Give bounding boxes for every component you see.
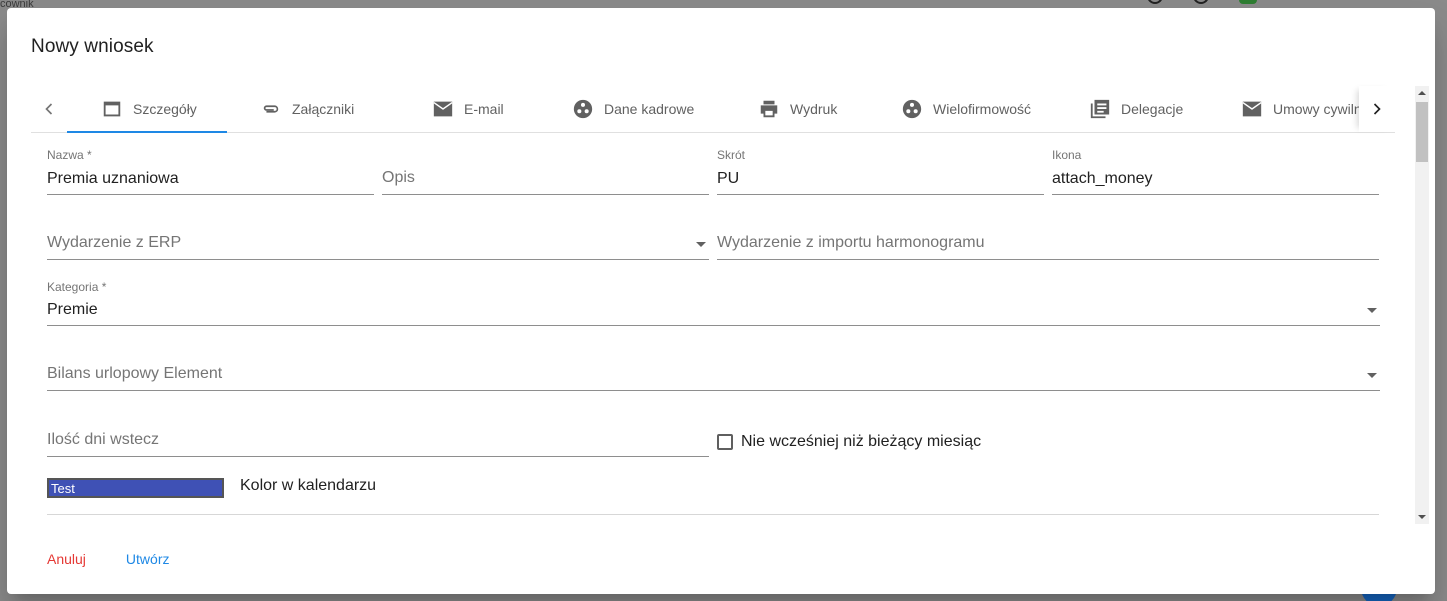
list-icon <box>1147 0 1163 4</box>
dialog-scrollbar[interactable] <box>1415 86 1429 524</box>
name-value: Premia uznaniowa <box>47 170 179 187</box>
tab-scroll-right-button[interactable] <box>1359 86 1395 132</box>
envelope-icon <box>433 101 453 117</box>
background-toolbar <box>1147 0 1257 4</box>
tab-label: Wydruk <box>790 101 838 117</box>
tab-label: Delegacje <box>1121 101 1184 117</box>
category-label: Kategoria * <box>47 280 107 294</box>
scroll-up-button[interactable] <box>1415 86 1429 100</box>
arrow-down-icon <box>1418 515 1426 519</box>
category-value: Premie <box>47 301 98 318</box>
leave-balance-select[interactable]: Bilans urlopowy Element <box>47 348 1380 391</box>
tab-label: Załączniki <box>292 101 355 117</box>
scroll-down-button[interactable] <box>1415 510 1429 524</box>
chevron-right-icon <box>1373 103 1381 115</box>
paperclip-icon <box>263 105 279 113</box>
new-request-dialog: Nowy wniosek Szczegóły Załączniki E-mail… <box>7 8 1435 594</box>
erp-event-select[interactable]: Wydarzenie z ERP <box>47 218 709 260</box>
tab-scroll-left-button[interactable] <box>31 86 67 132</box>
clock-icon <box>1193 0 1209 4</box>
scroll-thumb[interactable] <box>1416 102 1428 162</box>
cancel-button[interactable]: Anuluj <box>47 551 86 567</box>
leave-balance-placeholder: Bilans urlopowy Element <box>47 365 223 382</box>
name-field[interactable]: Nazwa * Premia uznaniowa <box>47 148 374 195</box>
erp-event-placeholder: Wydarzenie z ERP <box>47 234 182 251</box>
tab-dane-kadrowe[interactable]: Dane kadrowe <box>572 86 694 132</box>
schedule-import-event-placeholder: Wydarzenie z importu harmonogramu <box>717 234 985 251</box>
tab-zalaczniki[interactable]: Załączniki <box>260 86 354 132</box>
dropdown-arrow-icon <box>696 242 706 247</box>
tab-strip: Szczegóły Załączniki E-mail Dane kadrowe… <box>67 86 1359 132</box>
library-books-icon <box>1090 99 1110 119</box>
description-placeholder: Opis <box>382 169 415 186</box>
envelope-icon <box>1242 101 1262 117</box>
days-back-placeholder: Ilość dni wstecz <box>47 431 160 448</box>
schedule-import-event-field[interactable]: Wydarzenie z importu harmonogramu <box>717 218 1379 260</box>
tab-wielofirmowosc[interactable]: Wielofirmowość <box>901 86 1031 132</box>
description-field[interactable]: Opis <box>382 148 709 195</box>
tab-delegacje[interactable]: Delegacje <box>1089 86 1183 132</box>
dialog-title: Nowy wniosek <box>31 36 154 57</box>
calendar-color-picker[interactable]: Test <box>47 478 224 498</box>
abbreviation-label: Skrót <box>717 148 746 162</box>
status-icon <box>1239 0 1257 4</box>
abbreviation-field[interactable]: Skrót PU <box>717 148 1044 195</box>
tab-label: Wielofirmowość <box>933 101 1032 117</box>
chevron-left-icon <box>45 103 53 115</box>
divider <box>47 514 1379 515</box>
dropdown-arrow-icon <box>1367 308 1377 313</box>
abbreviation-value: PU <box>717 170 740 187</box>
not-earlier-than-current-month-option[interactable]: Nie wcześniej niż bieżący miesiąc <box>717 433 981 451</box>
icon-value: attach_money <box>1052 170 1153 187</box>
category-select[interactable]: Kategoria * Premie <box>47 280 1380 326</box>
create-button[interactable]: Utwórz <box>126 551 170 567</box>
tab-bar: Szczegóły Załączniki E-mail Dane kadrowe… <box>31 86 1395 133</box>
tab-umowy-cywilnoprawne[interactable]: Umowy cywilnoprawne <box>1241 86 1359 132</box>
calendar-color-label: Kolor w kalendarzu <box>240 477 377 494</box>
tab-label: Dane kadrowe <box>604 101 695 117</box>
tab-email[interactable]: E-mail <box>432 86 504 132</box>
tab-label: Szczegóły <box>133 101 197 117</box>
hub-icon <box>902 99 922 119</box>
tab-wydruk[interactable]: Wydruk <box>758 86 837 132</box>
icon-field[interactable]: Ikona attach_money <box>1052 148 1379 195</box>
checkbox[interactable] <box>717 434 733 450</box>
checkbox-label: Nie wcześniej niż bieżący miesiąc <box>741 433 982 450</box>
printer-icon <box>760 100 778 118</box>
icon-label: Ikona <box>1052 148 1082 162</box>
dialog-actions: Anuluj Utwórz <box>47 551 169 567</box>
active-tab-indicator <box>67 131 227 133</box>
calendar-tab-icon <box>103 101 121 117</box>
days-back-field[interactable]: Ilość dni wstecz <box>47 414 709 457</box>
tab-label: E-mail <box>464 101 504 117</box>
dropdown-arrow-icon <box>1367 373 1377 378</box>
tab-label: Umowy cywilnoprawne <box>1273 101 1359 117</box>
name-label: Nazwa * <box>47 148 92 162</box>
hub-icon <box>573 99 593 119</box>
arrow-up-icon <box>1418 91 1426 95</box>
tab-szczegoly[interactable]: Szczegóły <box>101 86 197 132</box>
